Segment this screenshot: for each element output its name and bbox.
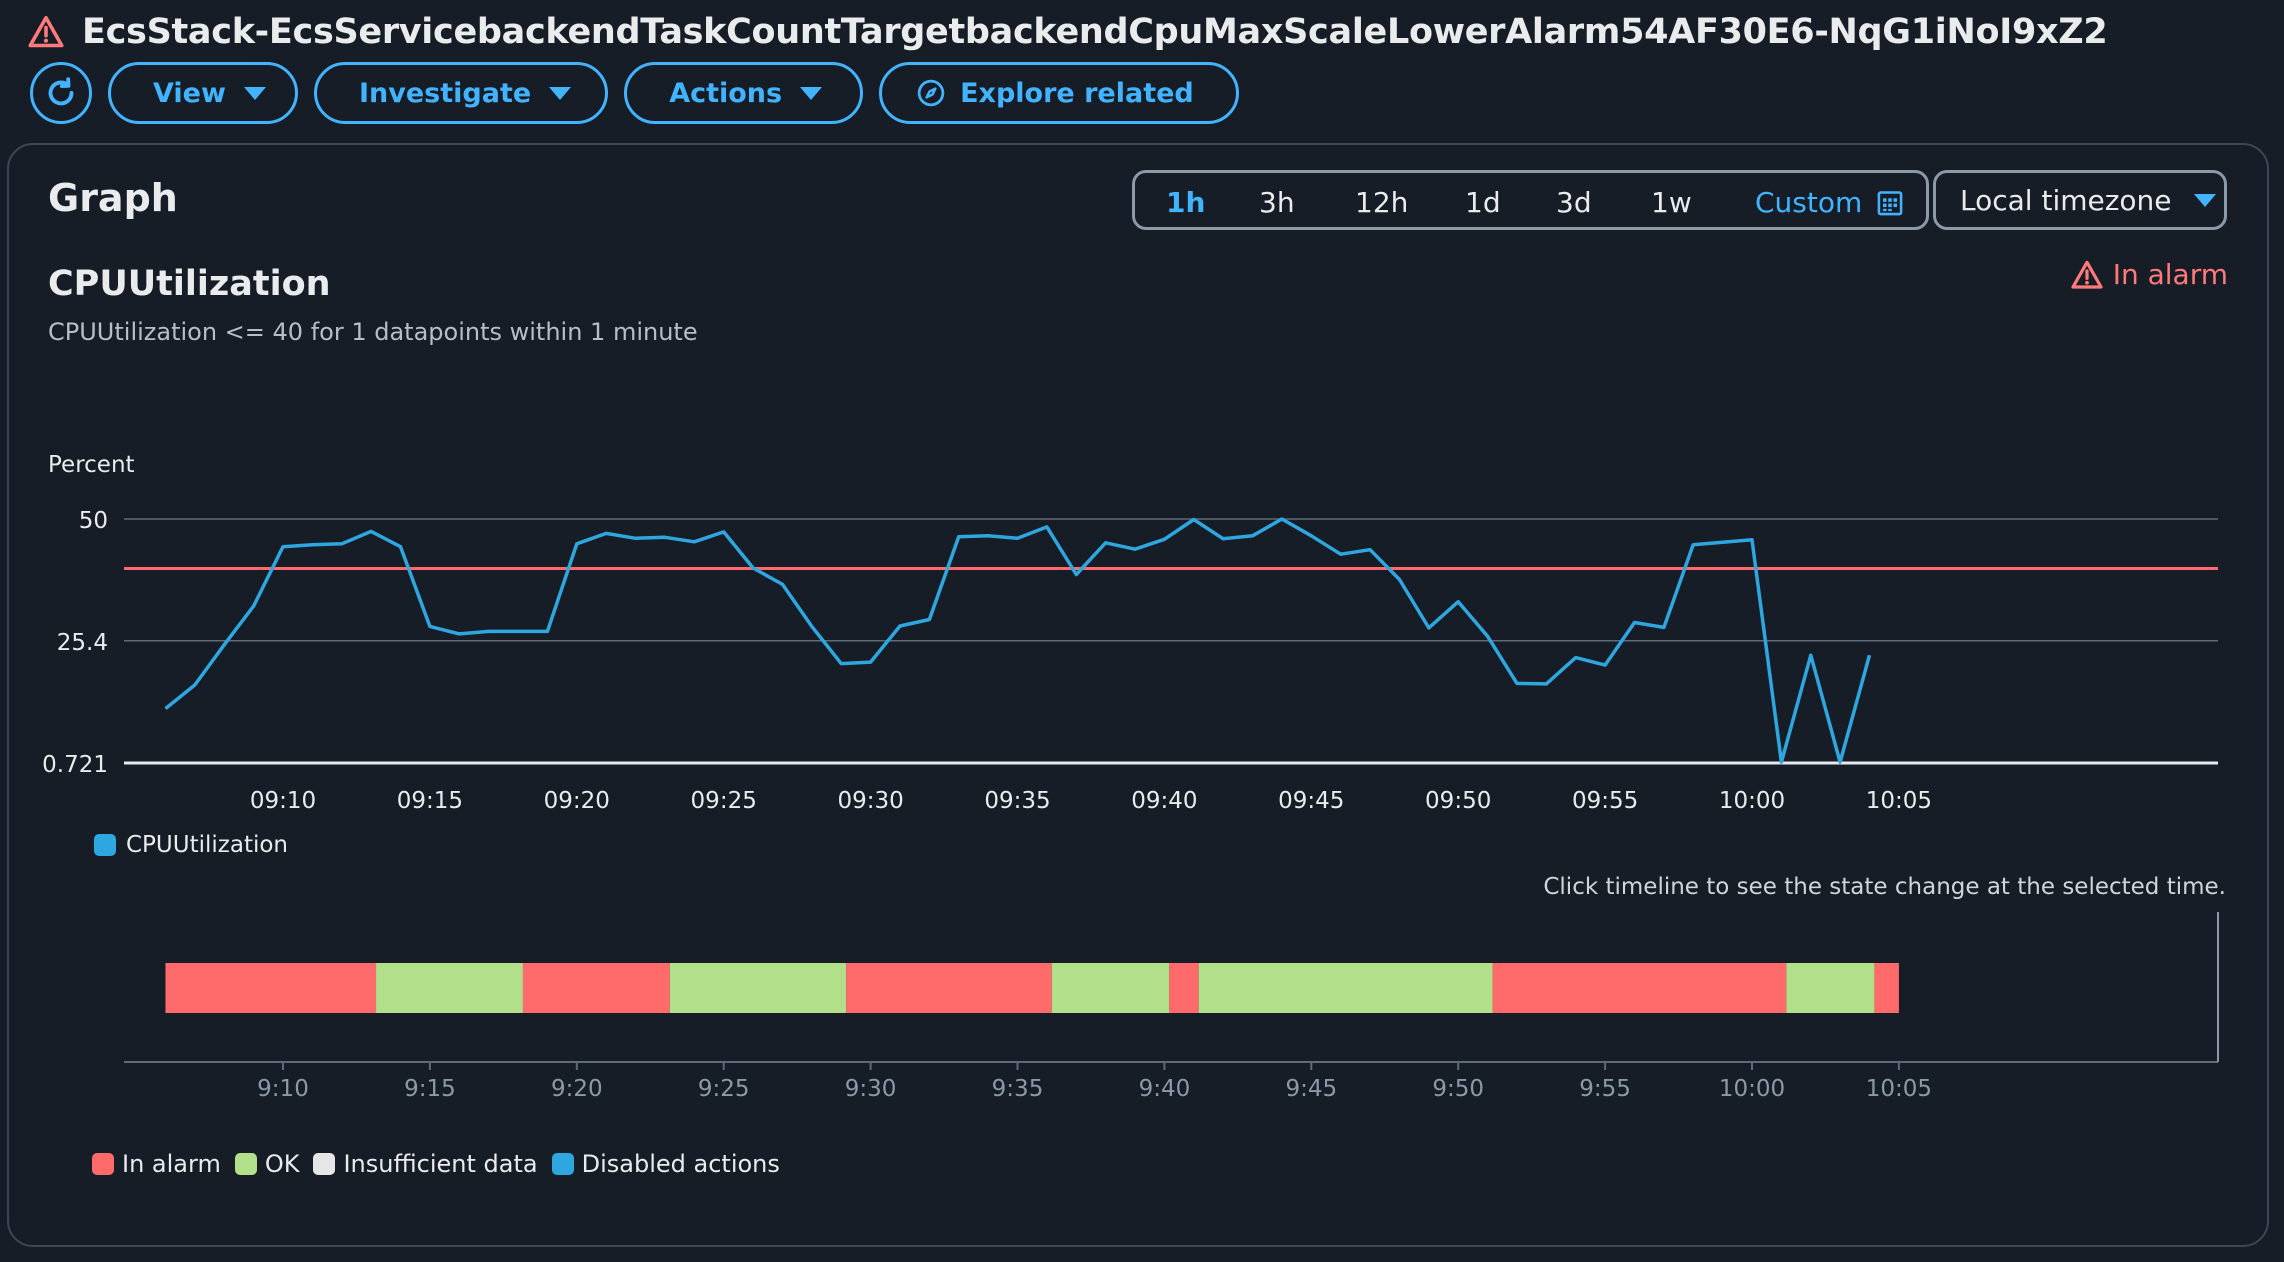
actions-button-label: Actions	[669, 77, 783, 109]
time-range-3d[interactable]: 3d	[1556, 186, 1592, 219]
timeline-hint: Click timeline to see the state change a…	[1543, 874, 2226, 900]
chart-legend: CPUUtilization	[94, 832, 288, 858]
time-range-3h[interactable]: 3h	[1259, 186, 1295, 219]
timezone-dropdown[interactable]: Local timezone	[1933, 170, 2227, 230]
time-range-custom[interactable]: Custom	[1755, 186, 1904, 219]
refresh-icon	[48, 77, 74, 106]
time-range-1d[interactable]: 1d	[1465, 186, 1501, 219]
legend-swatch	[313, 1153, 336, 1175]
custom-label: Custom	[1755, 186, 1863, 219]
toolbar: View Investigate Actions Explore related	[30, 62, 1239, 124]
legend-swatch	[234, 1153, 257, 1175]
state-legend-label: Insufficient data	[343, 1150, 538, 1178]
state-legend: In alarm OK Insufficient data Disabled a…	[92, 1150, 780, 1178]
state-legend-label: In alarm	[122, 1150, 221, 1178]
alarm-condition: CPUUtilization <= 40 for 1 datapoints wi…	[48, 318, 698, 346]
state-legend-insufficient: Insufficient data	[313, 1150, 538, 1178]
compass-icon	[917, 79, 945, 107]
warning-icon	[2071, 260, 2103, 289]
alarm-header: EcsStack-EcsServicebackendTaskCountTarge…	[28, 8, 2108, 56]
time-range-1h[interactable]: 1h	[1166, 186, 1205, 219]
legend-swatch	[551, 1153, 574, 1175]
state-legend-in-alarm: In alarm	[92, 1150, 221, 1178]
refresh-button[interactable]	[30, 62, 92, 124]
state-legend-label: OK	[264, 1150, 300, 1178]
alarm-title: EcsStack-EcsServicebackendTaskCountTarge…	[82, 12, 2108, 52]
explore-related-button[interactable]: Explore related	[879, 62, 1239, 124]
graph-panel	[7, 143, 2269, 1247]
time-range-selector: 1h 3h 12h 1d 3d 1w Custom	[1132, 170, 1929, 230]
alarm-status-label: In alarm	[2112, 258, 2228, 291]
time-range-12h[interactable]: 12h	[1355, 186, 1408, 219]
legend-swatch	[92, 1153, 114, 1175]
caret-down-icon	[243, 86, 266, 100]
caret-down-icon	[549, 86, 572, 100]
state-legend-label: Disabled actions	[581, 1150, 780, 1178]
alarm-status: In alarm	[2071, 258, 2228, 291]
timezone-label: Local timezone	[1960, 183, 2172, 217]
caret-down-icon	[800, 86, 823, 100]
legend-label: CPUUtilization	[126, 832, 289, 858]
y-axis-unit: Percent	[48, 452, 135, 478]
state-legend-disabled: Disabled actions	[551, 1150, 780, 1178]
alarm-warning-icon	[28, 15, 64, 48]
explore-related-label: Explore related	[960, 77, 1194, 109]
calendar-icon	[1877, 190, 1903, 215]
time-range-1w[interactable]: 1w	[1651, 186, 1692, 219]
view-button-label: View	[153, 77, 226, 109]
actions-button[interactable]: Actions	[624, 62, 864, 124]
caret-down-icon	[2193, 193, 2216, 207]
investigate-button-label: Investigate	[359, 77, 532, 109]
investigate-button[interactable]: Investigate	[314, 62, 609, 124]
view-button[interactable]: View	[108, 62, 298, 124]
panel-title: Graph	[48, 176, 178, 220]
state-legend-ok: OK	[234, 1150, 300, 1178]
metric-title: CPUUtilization	[48, 264, 331, 304]
legend-swatch	[94, 834, 116, 856]
